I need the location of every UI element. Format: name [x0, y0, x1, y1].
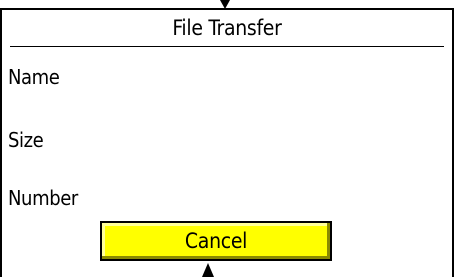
title-divider — [10, 46, 444, 47]
cursor-pointer-icon — [202, 263, 214, 277]
number-label: Number — [8, 186, 78, 210]
size-label: Size — [8, 128, 44, 152]
name-label: Name — [8, 65, 60, 89]
cancel-button[interactable]: Cancel — [100, 221, 332, 261]
dialog-title: File Transfer — [172, 16, 282, 40]
